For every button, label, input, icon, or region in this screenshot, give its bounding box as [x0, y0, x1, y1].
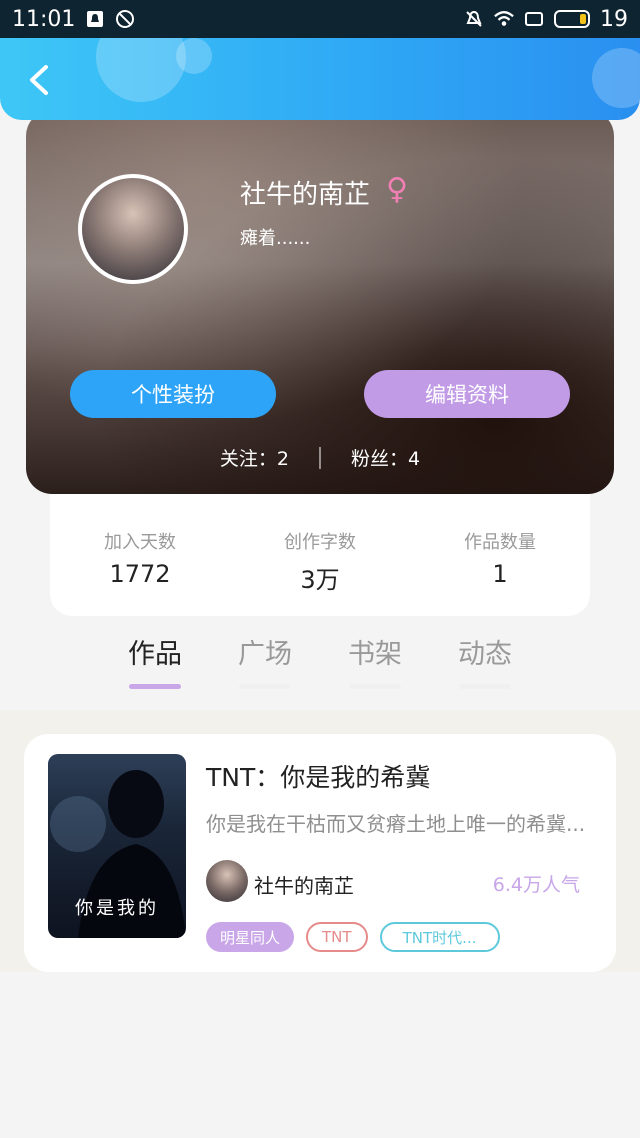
- divider: [319, 446, 321, 469]
- cover-title: 你是我的: [75, 898, 159, 919]
- avatar[interactable]: [78, 174, 188, 284]
- back-button[interactable]: [18, 60, 58, 100]
- battery-icon: [554, 10, 590, 28]
- mute-icon: [464, 9, 484, 29]
- dnd-icon: [115, 9, 135, 29]
- tab-label: 作品: [128, 639, 182, 670]
- tag-list: 明星同人 TNT TNT时代...: [206, 922, 500, 952]
- tab-feed[interactable]: 动态: [457, 632, 513, 708]
- stat-join-days: 加入天数 1772: [60, 528, 220, 588]
- status-time: 11:01: [12, 6, 76, 32]
- tab-underline: [239, 684, 291, 689]
- status-bar: 11:01 19: [0, 0, 640, 38]
- book-cover[interactable]: 你是我的: [48, 754, 186, 938]
- author-name[interactable]: 社牛的南芷: [254, 870, 354, 899]
- profile-name: 社牛的南芷: [240, 180, 371, 210]
- tab-bookshelf[interactable]: 书架: [347, 632, 403, 708]
- tab-square[interactable]: 广场: [237, 632, 293, 708]
- stat-label: 加入天数: [104, 532, 176, 553]
- dress-up-button[interactable]: 个性装扮: [70, 370, 276, 418]
- profile-bio: 瘫着......: [240, 228, 311, 249]
- wifi-icon: [494, 9, 514, 29]
- work-card[interactable]: 你是我的 TNT：你是我的希冀 你是我在干枯而又贫瘠土地上唯一的希冀... 社牛…: [24, 734, 616, 972]
- screen-icon: [524, 9, 544, 29]
- fans-count[interactable]: 粉丝：4: [351, 444, 420, 471]
- top-header: [0, 38, 640, 120]
- stat-word-count: 创作字数 3万: [240, 528, 400, 595]
- work-title[interactable]: TNT：你是我的希冀: [206, 758, 430, 794]
- stat-value: 1: [492, 560, 508, 588]
- tab-label: 广场: [238, 639, 292, 670]
- profile-card: 社牛的南芷 ♀ 瘫着...... 个性装扮 编辑资料 关注：2 粉丝：4: [26, 110, 614, 494]
- follow-stats: 关注：2 粉丝：4: [26, 444, 614, 471]
- edit-profile-button[interactable]: 编辑资料: [364, 370, 570, 418]
- following-count[interactable]: 关注：2: [220, 444, 289, 471]
- author-avatar[interactable]: [206, 860, 248, 902]
- tab-underline: [459, 684, 511, 689]
- chevron-left-icon: [30, 65, 48, 95]
- tab-works[interactable]: 作品: [127, 632, 183, 708]
- female-icon: ♀: [386, 172, 408, 207]
- tab-label: 书架: [348, 639, 402, 670]
- notification-icon: [85, 9, 105, 29]
- tab-label: 动态: [458, 639, 512, 670]
- stat-work-count: 作品数量 1: [420, 528, 580, 588]
- tab-bar: 作品 广场 书架 动态: [0, 632, 640, 708]
- stat-value: 3万: [300, 566, 340, 594]
- tag-item[interactable]: TNT: [306, 922, 368, 952]
- tag-item[interactable]: 明星同人: [206, 922, 295, 952]
- work-description: 你是我在干枯而又贫瘠土地上唯一的希冀...: [206, 812, 586, 836]
- tag-item[interactable]: TNT时代...: [379, 922, 500, 952]
- stat-label: 创作字数: [284, 532, 356, 553]
- stat-value: 1772: [109, 560, 171, 588]
- tab-underline: [129, 684, 181, 689]
- tab-underline: [349, 684, 401, 689]
- popularity: 6.4万人气: [492, 874, 580, 896]
- battery-level: 19: [600, 6, 628, 32]
- stat-label: 作品数量: [464, 532, 536, 553]
